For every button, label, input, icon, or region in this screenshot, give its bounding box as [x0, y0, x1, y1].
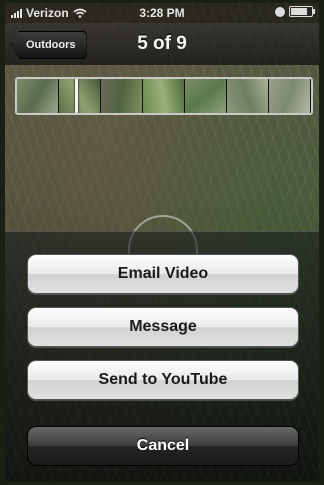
status-right-group — [275, 6, 315, 17]
cancel-button[interactable]: Cancel — [27, 426, 299, 466]
scrubber-playhead[interactable] — [75, 79, 78, 113]
scrubber-thumbnail — [269, 79, 311, 113]
scrubber-thumbnail — [143, 79, 185, 113]
scrubber-thumbnail — [59, 79, 101, 113]
scrubber-thumbnail — [17, 79, 59, 113]
email-video-button[interactable]: Email Video — [27, 254, 299, 294]
battery-icon — [289, 6, 315, 17]
clock: 3:28 PM — [139, 6, 185, 20]
rotation-lock-icon — [275, 6, 285, 17]
scrubber-thumbnail — [227, 79, 269, 113]
action-sheet: Email Video Message Send to YouTube Canc… — [5, 231, 319, 481]
page-title: 5 of 9 — [137, 33, 187, 54]
screen: Verizon 3:28 PM Outdoors 5 of 9 Email Vi… — [5, 3, 319, 481]
scrubber-thumbnail — [101, 79, 143, 113]
message-button[interactable]: Message — [27, 307, 299, 347]
scrubber-thumbnail — [185, 79, 227, 113]
send-to-youtube-button[interactable]: Send to YouTube — [27, 360, 299, 400]
navigation-bar: Outdoors 5 of 9 — [5, 23, 319, 65]
status-bar: Verizon 3:28 PM — [5, 3, 319, 23]
video-scrubber[interactable] — [15, 77, 313, 115]
